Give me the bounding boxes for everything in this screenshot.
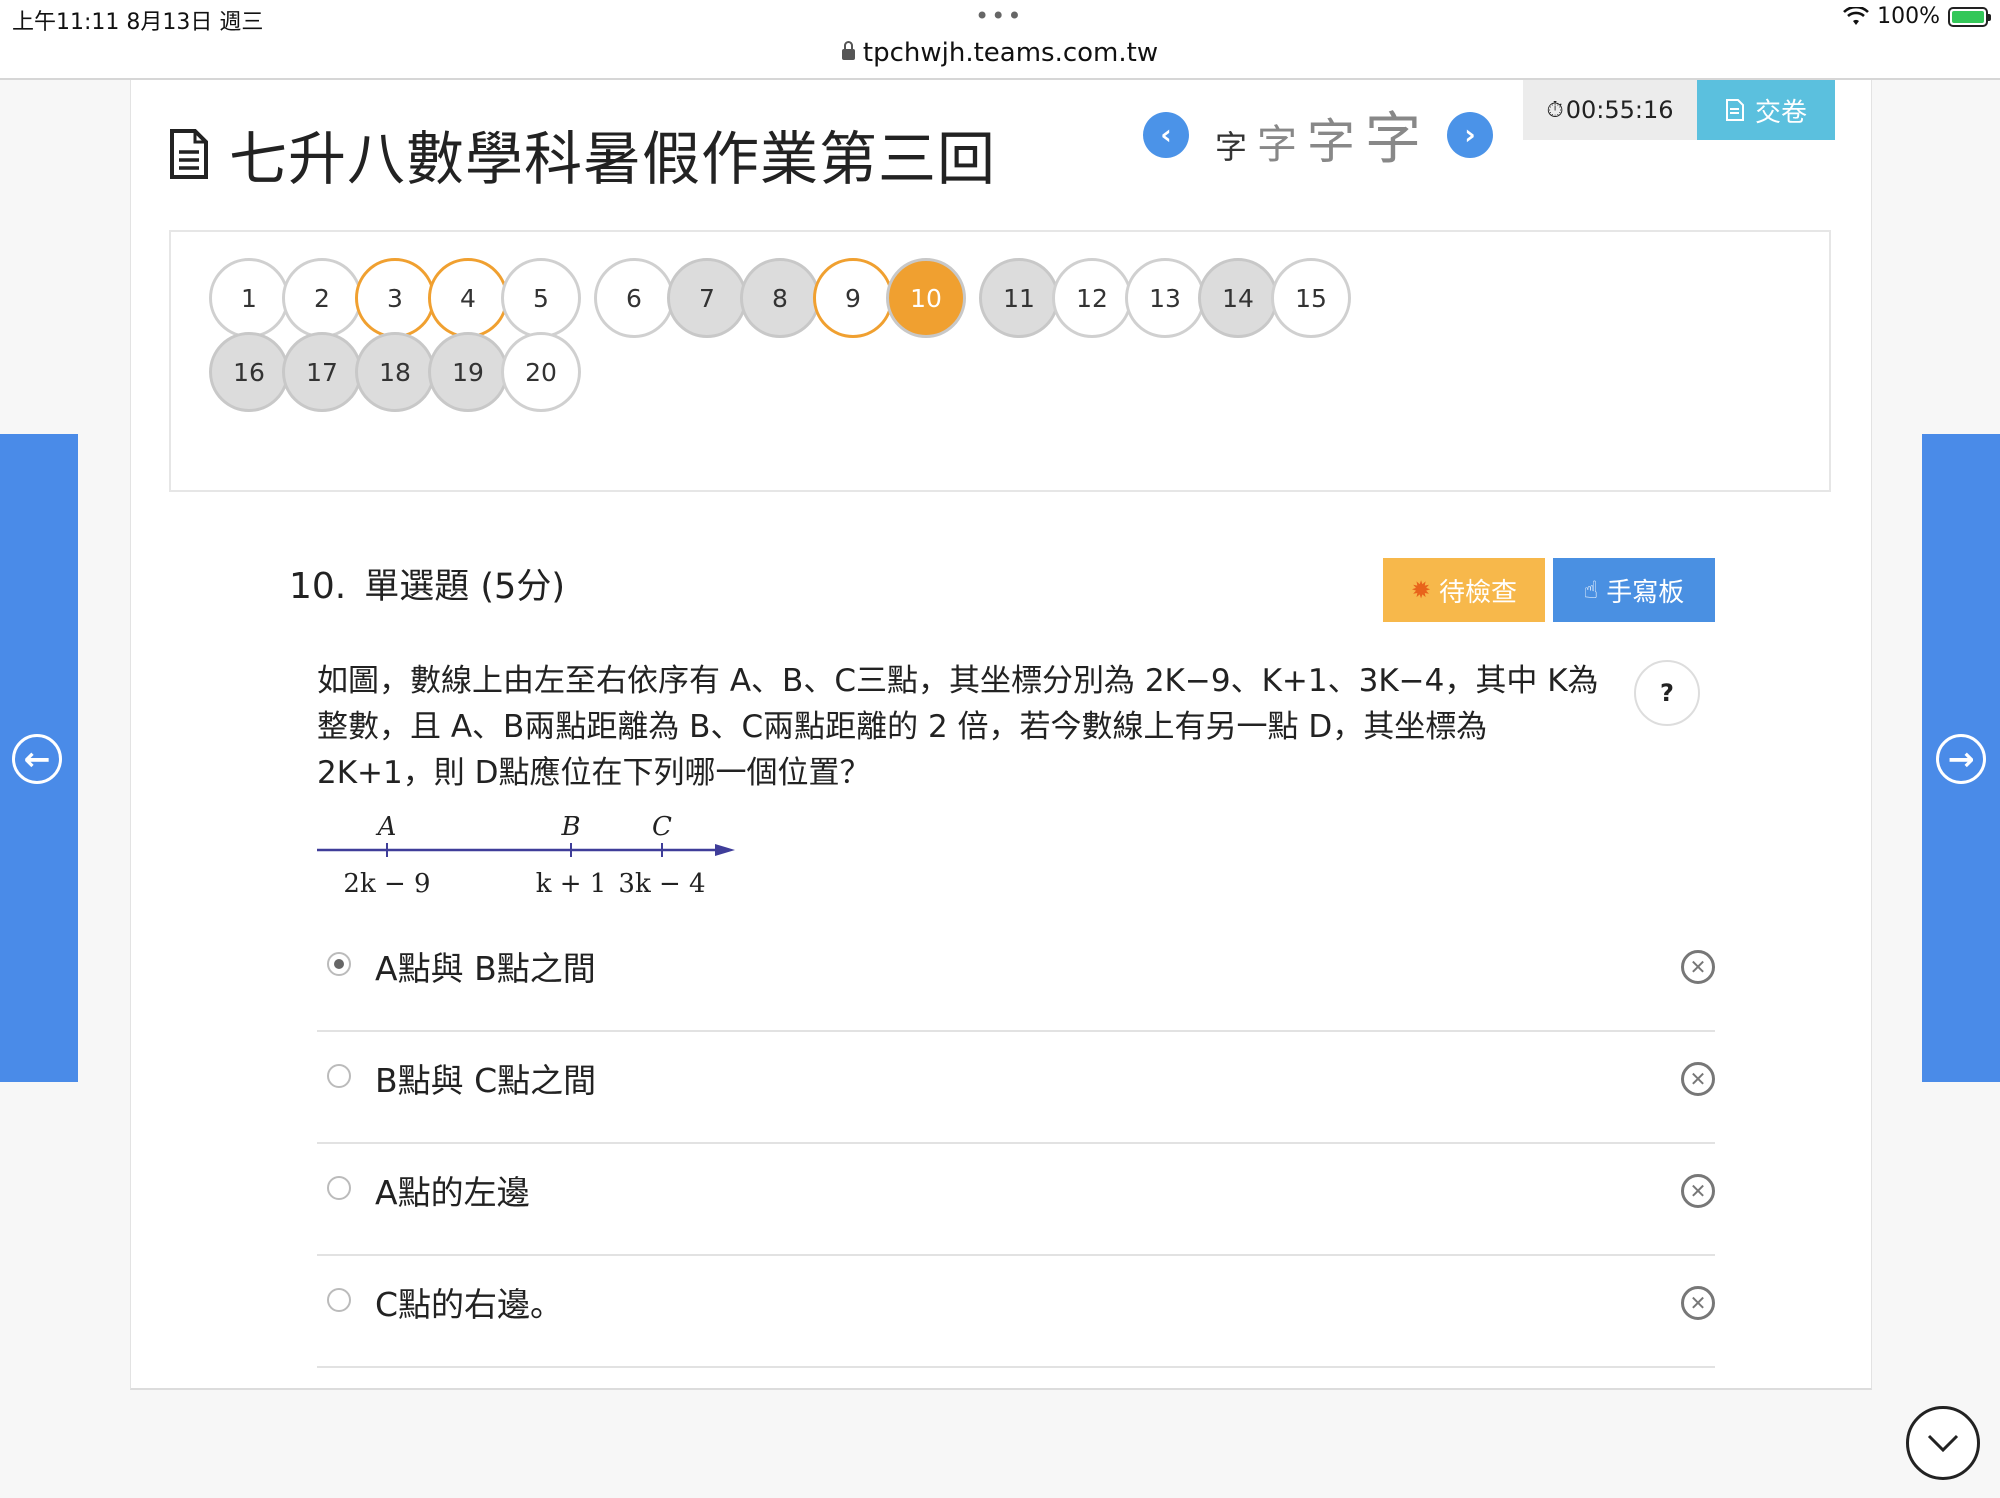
status-bar: 上午11:11 8月13日 週三 ••• tpchwjh.teams.com.t… xyxy=(0,0,2000,80)
chevron-right-icon[interactable]: › xyxy=(1447,111,1494,158)
coord-a-label: 2k − 9 xyxy=(343,869,430,899)
font-size-medium[interactable]: 字 xyxy=(1257,112,1297,170)
point-a-label: A xyxy=(376,812,397,842)
chevron-down-icon[interactable] xyxy=(1906,1406,1980,1480)
number-line-figure: A B C 2k − 9 k + 1 3k − 4 xyxy=(317,812,735,899)
option-3[interactable]: A點的左邊 xyxy=(317,1144,1715,1256)
question-nav-20[interactable]: 20 xyxy=(501,332,581,412)
handwriting-label: 手寫板 xyxy=(1606,577,1685,608)
close-circle-icon[interactable] xyxy=(1681,1174,1715,1208)
arrow-right-icon[interactable]: → xyxy=(1936,734,1986,784)
question-nav-7[interactable]: 7 xyxy=(667,258,747,338)
question-text: 如圖，數線上由左至右依序有 A、B、C三點，其坐標分別為 2K−9、K+1、3K… xyxy=(317,663,1599,791)
question-header: 10. 單選題 (5分) xyxy=(289,558,565,609)
address-bar[interactable]: tpchwjh.teams.com.tw xyxy=(0,38,2000,68)
question-type: 單選題 (5分) xyxy=(364,567,565,607)
option-4[interactable]: C點的右邊。 xyxy=(317,1256,1715,1368)
question-nav-17[interactable]: 17 xyxy=(282,332,362,412)
status-time-date: 上午11:11 8月13日 週三 xyxy=(12,10,264,35)
close-circle-icon[interactable] xyxy=(1681,1062,1715,1096)
wifi-icon xyxy=(1843,6,1870,25)
question-nav-10[interactable]: 10 xyxy=(886,258,966,338)
question-nav-3[interactable]: 3 xyxy=(355,258,435,338)
question-nav-5[interactable]: 5 xyxy=(501,258,581,338)
option-label: A點的左邊 xyxy=(375,1173,530,1212)
option-radio[interactable] xyxy=(327,1064,351,1088)
prev-question-panel[interactable]: ← xyxy=(0,434,78,1082)
next-question-panel[interactable]: → xyxy=(1922,434,2000,1082)
font-size-control: ‹ 字 字 字 字 › xyxy=(1143,94,1494,175)
question-nav-1[interactable]: 1 xyxy=(209,258,289,338)
question-nav-12[interactable]: 12 xyxy=(1052,258,1132,338)
chevron-left-icon[interactable]: ‹ xyxy=(1143,111,1189,158)
question-nav-18[interactable]: 18 xyxy=(355,332,435,412)
question-nav-19[interactable]: 19 xyxy=(428,332,508,412)
coord-c-label: 3k − 4 xyxy=(618,869,705,899)
point-c-label: C xyxy=(652,812,672,842)
question-nav-16[interactable]: 16 xyxy=(209,332,289,412)
document-icon xyxy=(170,129,208,179)
option-2[interactable]: B點與 C點之間 xyxy=(317,1032,1715,1144)
question-navigator: 1 2 3 4 5 6 7 8 9 10 11 12 13 14 15 16 17 18 19 20 xyxy=(169,230,1831,492)
pointer-hand-icon: ☝ xyxy=(1583,576,1599,604)
question-nav-8[interactable]: 8 xyxy=(740,258,820,338)
font-size-small[interactable]: 字 xyxy=(1215,122,1247,168)
help-icon[interactable]: ? xyxy=(1634,660,1700,726)
lock-icon xyxy=(841,41,855,60)
stopwatch-icon: ⏱ xyxy=(1546,97,1564,123)
arrow-left-icon[interactable]: ← xyxy=(12,734,62,784)
submit-icon xyxy=(1725,99,1744,121)
option-radio[interactable] xyxy=(327,952,351,976)
battery-percent: 100% xyxy=(1877,4,1940,29)
exam-card: 七升八數學科暑假作業第三回 ‹ 字 字 字 字 › ⏱ 00:55:16 交卷 … xyxy=(130,80,1872,1390)
question-nav-9[interactable]: 9 xyxy=(813,258,893,338)
option-radio[interactable] xyxy=(327,1288,351,1312)
question-nav-14[interactable]: 14 xyxy=(1198,258,1278,338)
font-size-large[interactable]: 字 xyxy=(1307,102,1355,172)
option-label: A點與 B點之間 xyxy=(375,949,596,988)
option-label: B點與 C點之間 xyxy=(375,1061,597,1100)
point-b-label: B xyxy=(560,812,580,842)
question-number: 10. xyxy=(289,566,347,607)
url-text: tpchwjh.teams.com.tw xyxy=(862,38,1159,68)
question-nav-2[interactable]: 2 xyxy=(282,258,362,338)
close-circle-icon[interactable] xyxy=(1681,950,1715,984)
title-row: 七升八數學科暑假作業第三回 xyxy=(169,112,996,196)
status-indicators: 100% xyxy=(1843,4,1991,29)
submit-button[interactable]: 交卷 xyxy=(1697,80,1835,140)
handwriting-button[interactable]: ☝ 手寫板 xyxy=(1553,558,1715,622)
option-radio[interactable] xyxy=(327,1176,351,1200)
submit-label: 交卷 xyxy=(1754,97,1807,128)
question-nav-15[interactable]: 15 xyxy=(1271,258,1351,338)
question-nav-13[interactable]: 13 xyxy=(1125,258,1205,338)
page-title: 七升八數學科暑假作業第三回 xyxy=(229,125,997,193)
battery-icon xyxy=(1948,6,1991,27)
question-nav-6[interactable]: 6 xyxy=(594,258,674,338)
question-nav-11[interactable]: 11 xyxy=(979,258,1059,338)
timer: ⏱ 00:55:16 xyxy=(1523,80,1697,140)
timer-value: 00:55:16 xyxy=(1565,96,1674,124)
option-1[interactable]: A點與 B點之間 xyxy=(317,920,1715,1032)
answer-options: A點與 B點之間 B點與 C點之間 A點的左邊 C點的右邊。 xyxy=(317,920,1715,1368)
close-circle-icon[interactable] xyxy=(1681,1286,1715,1320)
number-line-arrow xyxy=(715,844,735,856)
coord-b-label: k + 1 xyxy=(536,869,607,899)
font-size-xlarge[interactable]: 字 xyxy=(1365,94,1421,175)
question-nav-4[interactable]: 4 xyxy=(428,258,508,338)
mark-review-button[interactable]: ✹ 待檢查 xyxy=(1383,558,1545,622)
bug-icon: ✹ xyxy=(1410,576,1432,604)
review-label: 待檢查 xyxy=(1439,577,1518,608)
font-size-options: 字 字 字 字 xyxy=(1215,94,1421,175)
more-dots-icon[interactable]: ••• xyxy=(975,2,1023,30)
option-label: C點的右邊。 xyxy=(375,1285,564,1324)
